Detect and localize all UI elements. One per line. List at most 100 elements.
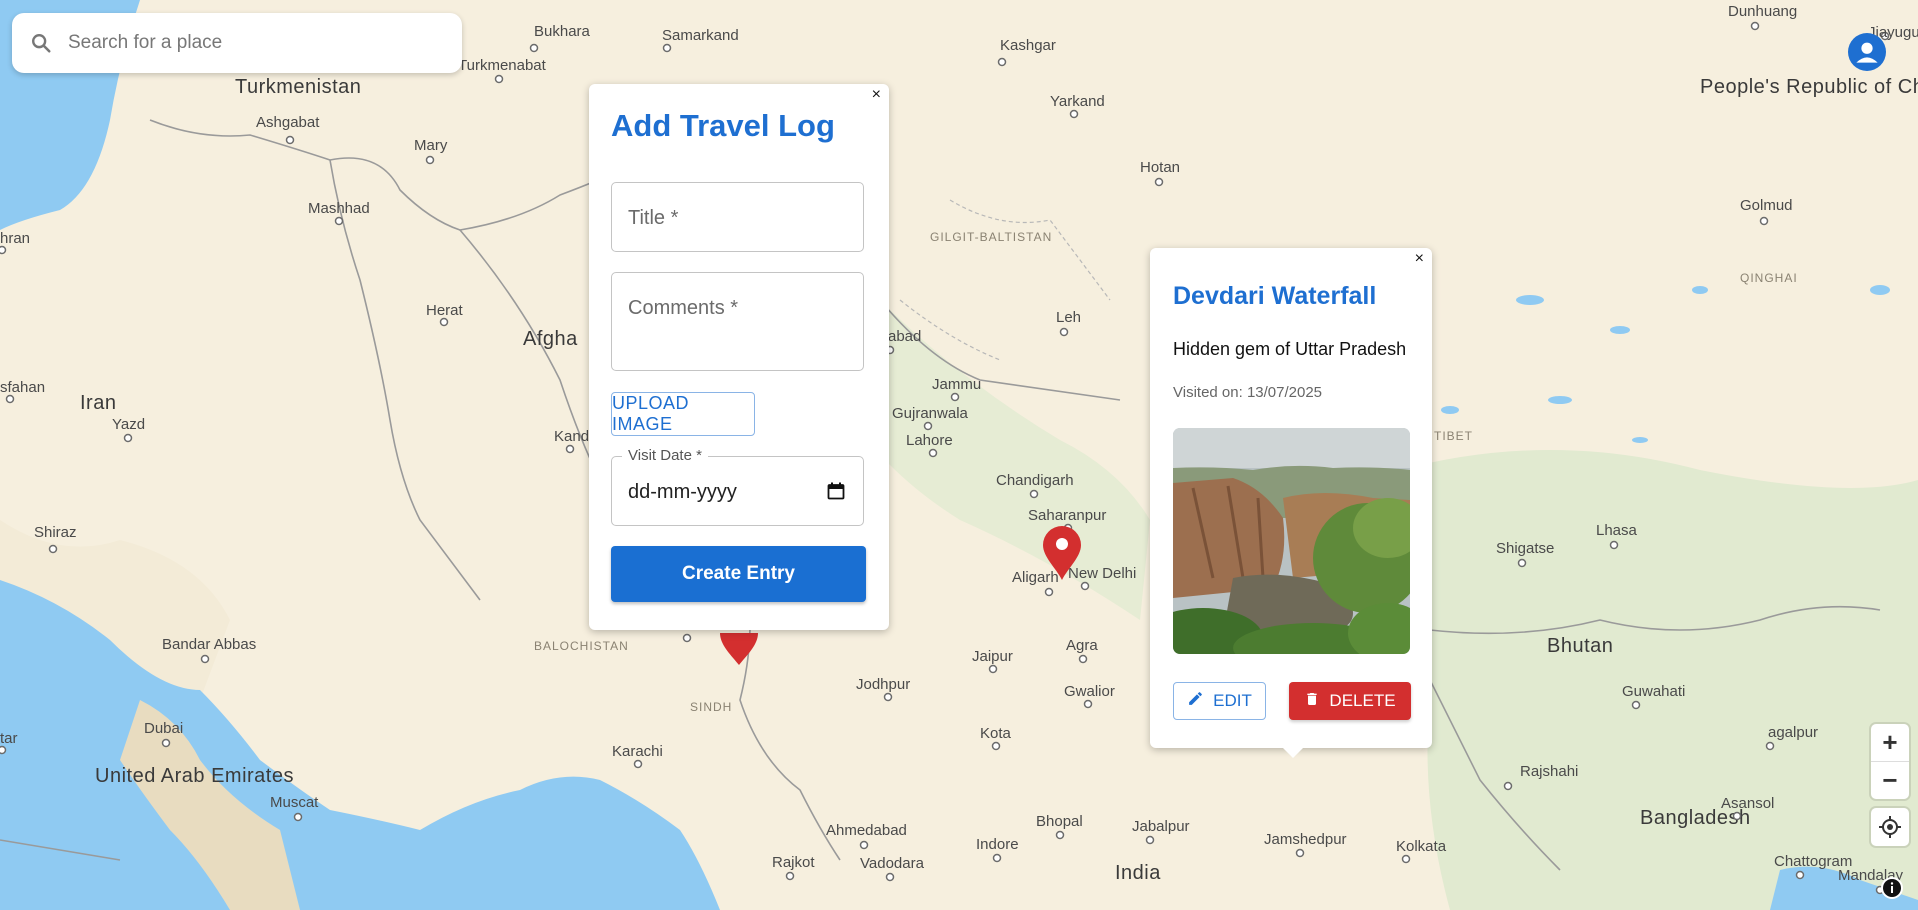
city-dot	[883, 692, 893, 702]
city-label: Bhopal	[1036, 813, 1083, 830]
city-label: Asansol	[1721, 795, 1774, 812]
city-dot	[200, 654, 210, 664]
edit-button[interactable]: EDIT	[1173, 682, 1266, 720]
map-country-label: United Arab Emirates	[95, 765, 294, 787]
upload-image-button[interactable]: UPLOAD IMAGE	[611, 392, 755, 436]
city-label: New Delhi	[1068, 565, 1136, 582]
city-dot	[923, 421, 933, 431]
delete-button[interactable]: DELETE	[1289, 682, 1411, 720]
place-popup: × Devdari Waterfall Hidden gem of Uttar …	[1150, 248, 1432, 758]
close-icon[interactable]: ×	[1415, 250, 1424, 268]
map-country-label: Afgha	[523, 328, 578, 350]
city-label: Guwahati	[1622, 683, 1685, 700]
info-icon[interactable]	[1881, 877, 1903, 899]
title-placeholder: Title *	[628, 207, 679, 229]
city-dot	[425, 155, 435, 165]
city-dot	[1765, 741, 1775, 751]
panel-title: Add Travel Log	[611, 108, 835, 143]
map-country-label: Turkmenistan	[235, 76, 361, 98]
city-dot	[1069, 109, 1079, 119]
city-dot	[928, 448, 938, 458]
city-dot	[529, 43, 539, 53]
city-label: Indore	[976, 836, 1019, 853]
city-label: Leh	[1056, 309, 1081, 326]
city-label: Muscat	[270, 794, 319, 811]
map-region-label: SINDH	[690, 700, 732, 714]
city-label: abad	[888, 328, 921, 345]
city-dot	[997, 57, 1007, 67]
map-region-label: GILGIT-BALTISTAN	[930, 230, 1052, 244]
city-label: Jamshedpur	[1264, 831, 1347, 848]
city-dot	[1154, 177, 1164, 187]
city-dot	[439, 317, 449, 327]
map-region-label: BALOCHISTAN	[534, 639, 629, 653]
visit-date-field[interactable]: Visit Date * dd-mm-yyyy	[611, 447, 864, 526]
city-label: Ahmedabad	[826, 822, 907, 839]
city-dot	[1609, 540, 1619, 550]
add-travel-log-panel: × Add Travel Log Title * Comments * UPLO…	[589, 84, 889, 630]
comments-field[interactable]: Comments *	[611, 272, 864, 371]
city-label: agalpur	[1768, 724, 1818, 741]
city-label: Chandigarh	[996, 472, 1074, 489]
delete-label: DELETE	[1329, 691, 1396, 710]
city-dot	[682, 633, 692, 643]
city-dot	[1401, 854, 1411, 864]
pencil-icon	[1187, 690, 1204, 712]
create-entry-button[interactable]: Create Entry	[611, 546, 866, 602]
locate-me-icon[interactable]	[1871, 808, 1909, 846]
city-label: Golmud	[1740, 197, 1793, 214]
title-field[interactable]: Title *	[611, 182, 864, 252]
popup-description: Hidden gem of Uttar Pradesh	[1173, 339, 1407, 359]
city-dot	[1750, 21, 1760, 31]
zoom-in-button[interactable]: +	[1871, 724, 1909, 761]
city-dot	[1795, 870, 1805, 880]
city-dot	[1078, 654, 1088, 664]
trash-icon	[1304, 690, 1320, 713]
city-label: sfahan	[0, 379, 45, 396]
zoom-out-button[interactable]: −	[1871, 762, 1909, 799]
map-country-label: Bhutan	[1547, 635, 1613, 657]
city-label: Gujranwala	[892, 405, 969, 422]
city-dot	[1044, 587, 1054, 597]
map-country-label: India	[1115, 862, 1161, 884]
city-label: Shiraz	[34, 524, 77, 541]
comments-placeholder: Comments *	[628, 297, 739, 319]
city-dot	[5, 394, 15, 404]
city-label: Karachi	[612, 743, 663, 760]
city-dot	[1055, 830, 1065, 840]
city-label: Jaipur	[972, 648, 1013, 665]
city-dot	[1059, 327, 1069, 337]
map-country-label: Iran	[80, 392, 116, 414]
calendar-icon[interactable]	[827, 482, 845, 505]
city-label: hran	[0, 230, 30, 247]
popup-visited-date: Visited on: 13/07/2025	[1173, 384, 1323, 401]
city-label: Lhasa	[1596, 522, 1638, 539]
city-label: Mashhad	[308, 200, 370, 217]
city-dot	[1503, 781, 1513, 791]
city-label: Herat	[426, 302, 464, 319]
city-dot	[161, 738, 171, 748]
map-canvas[interactable]: Turkmenistan Afgha Iran United Arab Emir…	[0, 0, 1918, 910]
city-label: Dubai	[144, 720, 183, 737]
user-avatar-icon[interactable]	[1848, 33, 1886, 71]
popup-tip	[1282, 747, 1304, 758]
city-dot	[285, 135, 295, 145]
city-label: Jabalpur	[1132, 818, 1190, 835]
city-dot	[48, 544, 58, 554]
city-dot	[991, 741, 1001, 751]
city-label: Yarkand	[1050, 93, 1105, 110]
close-icon[interactable]: ×	[872, 86, 881, 104]
city-label: Yazd	[112, 416, 145, 433]
map-country-label: People's Republic of China	[1700, 76, 1918, 98]
city-label: tar	[0, 730, 18, 747]
city-label: Turkmenabat	[458, 57, 547, 74]
city-dot	[950, 392, 960, 402]
visit-date-value: dd-mm-yyyy	[628, 481, 737, 503]
city-dot	[885, 872, 895, 882]
city-label: Bandar Abbas	[162, 636, 256, 653]
city-label: Mary	[414, 137, 448, 154]
search-input[interactable]	[66, 31, 450, 55]
search-bar[interactable]	[12, 13, 462, 73]
city-dot	[1732, 811, 1742, 821]
city-label: Vadodara	[860, 855, 925, 872]
